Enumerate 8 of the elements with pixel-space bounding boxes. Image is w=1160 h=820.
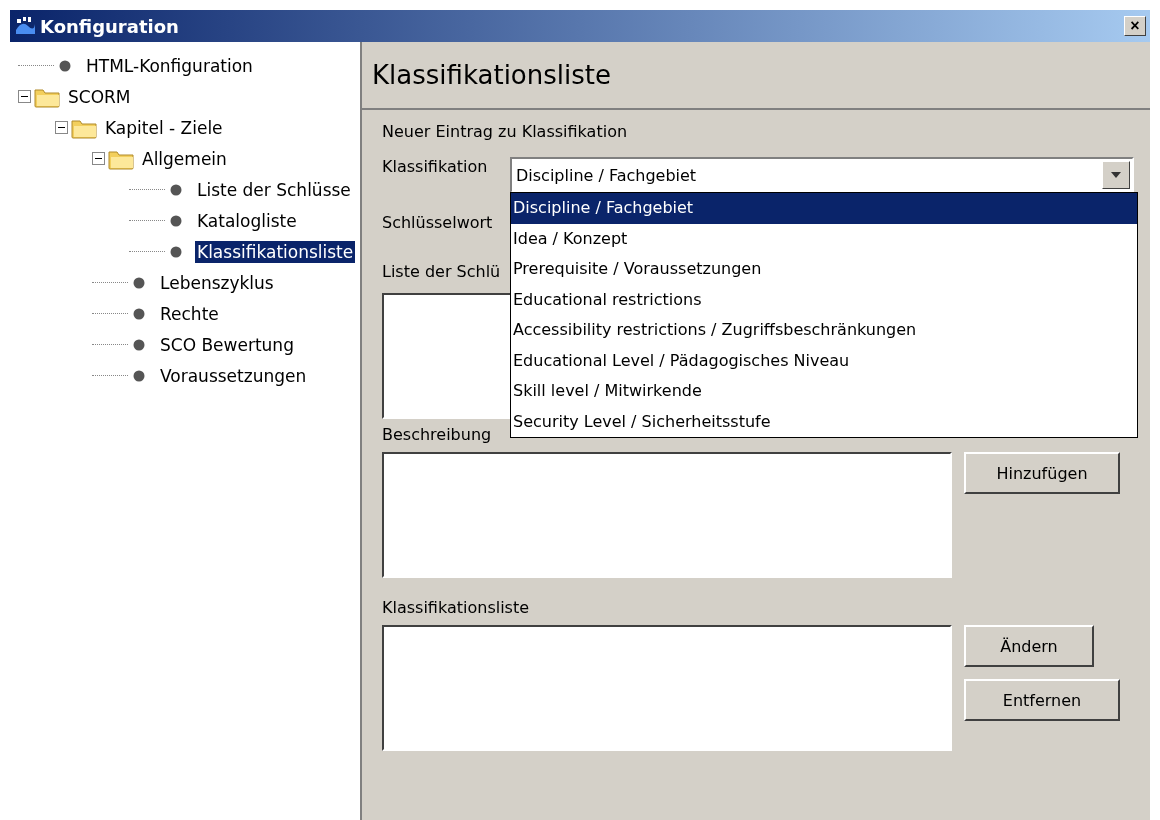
field-label: Beschreibung xyxy=(382,425,492,444)
window-title: Konfiguration xyxy=(40,15,180,37)
field-label: Schlüsselwort xyxy=(382,213,493,232)
page-title: Klassifikationsliste xyxy=(362,42,1150,110)
field-label: Liste der Schlü xyxy=(382,262,501,281)
section-label: Neuer Eintrag zu Klassifikation xyxy=(382,122,628,141)
field-label: Klassifikationsliste xyxy=(382,598,530,617)
field-label: Klassifikation xyxy=(382,157,489,176)
